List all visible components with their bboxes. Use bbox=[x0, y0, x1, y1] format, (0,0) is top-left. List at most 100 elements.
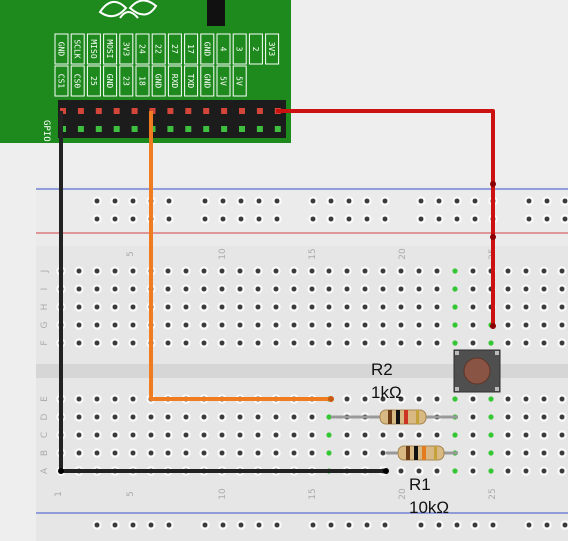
breadboard-hole bbox=[237, 268, 243, 274]
breadboard-hole bbox=[291, 268, 297, 274]
breadboard-hole bbox=[201, 322, 207, 328]
breadboard-hole bbox=[559, 396, 565, 402]
breadboard-hole bbox=[94, 216, 100, 222]
breadboard-hole bbox=[94, 304, 100, 310]
breadboard-hole bbox=[544, 216, 550, 222]
breadboard-hole bbox=[202, 216, 208, 222]
breadboard-hole bbox=[219, 414, 225, 420]
breadboard-hole bbox=[183, 414, 189, 420]
breadboard-hole bbox=[201, 268, 207, 274]
breadboard-hole bbox=[237, 414, 243, 420]
breadboard-hole bbox=[130, 432, 136, 438]
breadboard-hole bbox=[183, 432, 189, 438]
breadboard-hole bbox=[291, 304, 297, 310]
breadboard-hole bbox=[398, 468, 404, 474]
breadboard-hole bbox=[470, 450, 476, 456]
breadboard-hole bbox=[505, 304, 511, 310]
r2-value-label: 1kΩ bbox=[371, 383, 402, 402]
breadboard-hole bbox=[255, 414, 261, 420]
breadboard-hole bbox=[470, 432, 476, 438]
connector-block bbox=[207, 0, 225, 26]
breadboard-hole bbox=[274, 216, 280, 222]
breadboard-hole bbox=[344, 450, 350, 456]
column-number: 15 bbox=[308, 488, 318, 499]
breadboard-hole bbox=[219, 286, 225, 292]
gpio-pin-label: GND bbox=[202, 42, 211, 57]
breadboard-hole bbox=[559, 450, 565, 456]
breadboard-hole bbox=[505, 322, 511, 328]
breadboard-hole bbox=[130, 198, 136, 204]
row-letter: I bbox=[40, 288, 50, 291]
breadboard-hole bbox=[434, 286, 440, 292]
breadboard-hole bbox=[255, 450, 261, 456]
breadboard-hole bbox=[309, 286, 315, 292]
breadboard-hole bbox=[219, 304, 225, 310]
breadboard-hole bbox=[416, 432, 422, 438]
breadboard-hole bbox=[291, 322, 297, 328]
breadboard-hole bbox=[416, 340, 422, 346]
breadboard-hole bbox=[326, 268, 332, 274]
gpio-pin-label: 3V3 bbox=[121, 42, 130, 57]
breadboard-hole bbox=[544, 522, 550, 528]
breadboard-hole bbox=[470, 304, 476, 310]
gpio-pin-label: 3 bbox=[235, 47, 244, 52]
gpio-pin-label: 18 bbox=[138, 76, 147, 86]
breadboard-hole bbox=[273, 432, 279, 438]
breadboard-hole bbox=[505, 268, 511, 274]
breadboard-hole bbox=[488, 414, 494, 420]
gpio-pin-label: 24 bbox=[138, 44, 147, 54]
breadboard-hole bbox=[326, 322, 332, 328]
breadboard-hole bbox=[541, 322, 547, 328]
gpio-pin-label: 17 bbox=[186, 44, 195, 54]
gpio-pin-label: TXD bbox=[186, 74, 195, 89]
breadboard-hole bbox=[559, 322, 565, 328]
breadboard-hole bbox=[130, 216, 136, 222]
row-letter: D bbox=[40, 413, 50, 420]
breadboard-hole bbox=[505, 432, 511, 438]
breadboard-hole bbox=[541, 396, 547, 402]
breadboard-hole bbox=[130, 286, 136, 292]
breadboard-hole bbox=[256, 216, 262, 222]
breadboard-hole bbox=[472, 216, 478, 222]
breadboard-hole bbox=[237, 322, 243, 328]
breadboard-hole bbox=[291, 450, 297, 456]
breadboard-hole bbox=[112, 198, 118, 204]
row-letter: A bbox=[40, 467, 50, 474]
breadboard-hole bbox=[130, 322, 136, 328]
breadboard-hole bbox=[523, 340, 529, 346]
breadboard-hole bbox=[541, 304, 547, 310]
column-number: 10 bbox=[218, 488, 228, 500]
breadboard-hole bbox=[434, 268, 440, 274]
column-number: 10 bbox=[218, 248, 228, 260]
gpio-pin-label: 5V bbox=[219, 76, 228, 86]
push-button bbox=[453, 349, 501, 393]
breadboard-hole bbox=[523, 268, 529, 274]
breadboard-hole bbox=[76, 322, 82, 328]
gpio-pin-label: 4 bbox=[219, 47, 228, 52]
breadboard-hole bbox=[541, 340, 547, 346]
breadboard-hole bbox=[202, 198, 208, 204]
gpio-pin-label: GND bbox=[57, 42, 66, 57]
gpio-pin-label: 27 bbox=[170, 44, 179, 54]
breadboard-hole bbox=[237, 340, 243, 346]
gpio-pin-label: 25 bbox=[89, 76, 98, 86]
breadboard-hole bbox=[523, 432, 529, 438]
breadboard-hole bbox=[219, 322, 225, 328]
breadboard-hole bbox=[346, 216, 352, 222]
breadboard-hole bbox=[362, 322, 368, 328]
breadboard-hole bbox=[273, 304, 279, 310]
breadboard-hole bbox=[398, 268, 404, 274]
breadboard-hole bbox=[201, 304, 207, 310]
breadboard-hole bbox=[380, 286, 386, 292]
gpio-label: GPIO bbox=[41, 120, 51, 142]
breadboard-hole bbox=[273, 340, 279, 346]
breadboard-hole bbox=[130, 268, 136, 274]
breadboard-hole bbox=[165, 340, 171, 346]
breadboard-hole bbox=[380, 450, 386, 456]
breadboard-hole bbox=[505, 340, 511, 346]
breadboard-hole bbox=[220, 522, 226, 528]
breadboard-hole bbox=[559, 304, 565, 310]
breadboard-hole bbox=[398, 340, 404, 346]
breadboard-hole bbox=[470, 396, 476, 402]
gpio-pin-label: 3V3 bbox=[267, 42, 276, 57]
